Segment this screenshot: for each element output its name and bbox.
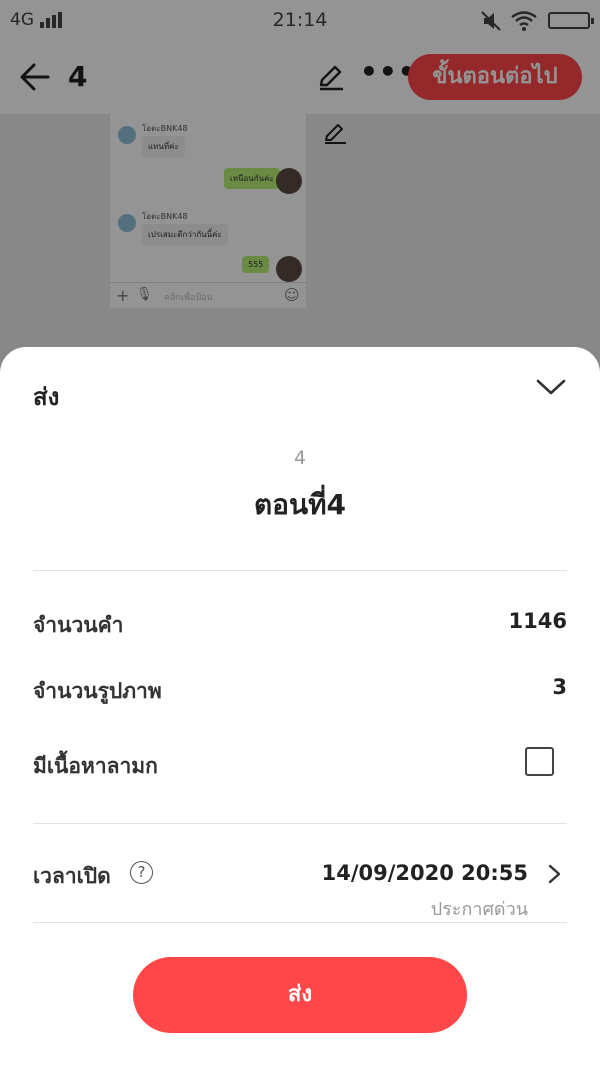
help-icon[interactable]: ? xyxy=(130,861,153,884)
explicit-content-label: มีเนื้อหาลามก xyxy=(33,754,158,778)
image-count-value: 3 xyxy=(552,675,567,699)
sheet-title: ส่ง xyxy=(33,383,60,411)
submit-button[interactable]: ส่ง xyxy=(133,957,467,1033)
divider xyxy=(33,570,567,571)
episode-number: 4 xyxy=(293,447,307,469)
submit-sheet: ส่ง 4 ตอนที่4 จำนวนคำ 1146 จำนวนรูปภาพ 3… xyxy=(0,347,600,1067)
explicit-content-checkbox[interactable] xyxy=(525,747,554,776)
chevron-right-icon[interactable] xyxy=(544,862,564,886)
episode-title: ตอนที่4 xyxy=(253,488,347,521)
image-count-label: จำนวนรูปภาพ xyxy=(33,679,162,703)
publish-time-note: ประกาศด่วน xyxy=(430,899,528,920)
divider xyxy=(33,922,567,923)
word-count-label: จำนวนคำ xyxy=(33,613,124,637)
divider xyxy=(33,823,567,824)
publish-time-value[interactable]: 14/09/2020 20:55 xyxy=(322,861,528,885)
word-count-value: 1146 xyxy=(508,609,567,633)
chevron-down-icon[interactable] xyxy=(534,371,568,401)
publish-time-label: เวลาเปิด xyxy=(33,864,111,888)
